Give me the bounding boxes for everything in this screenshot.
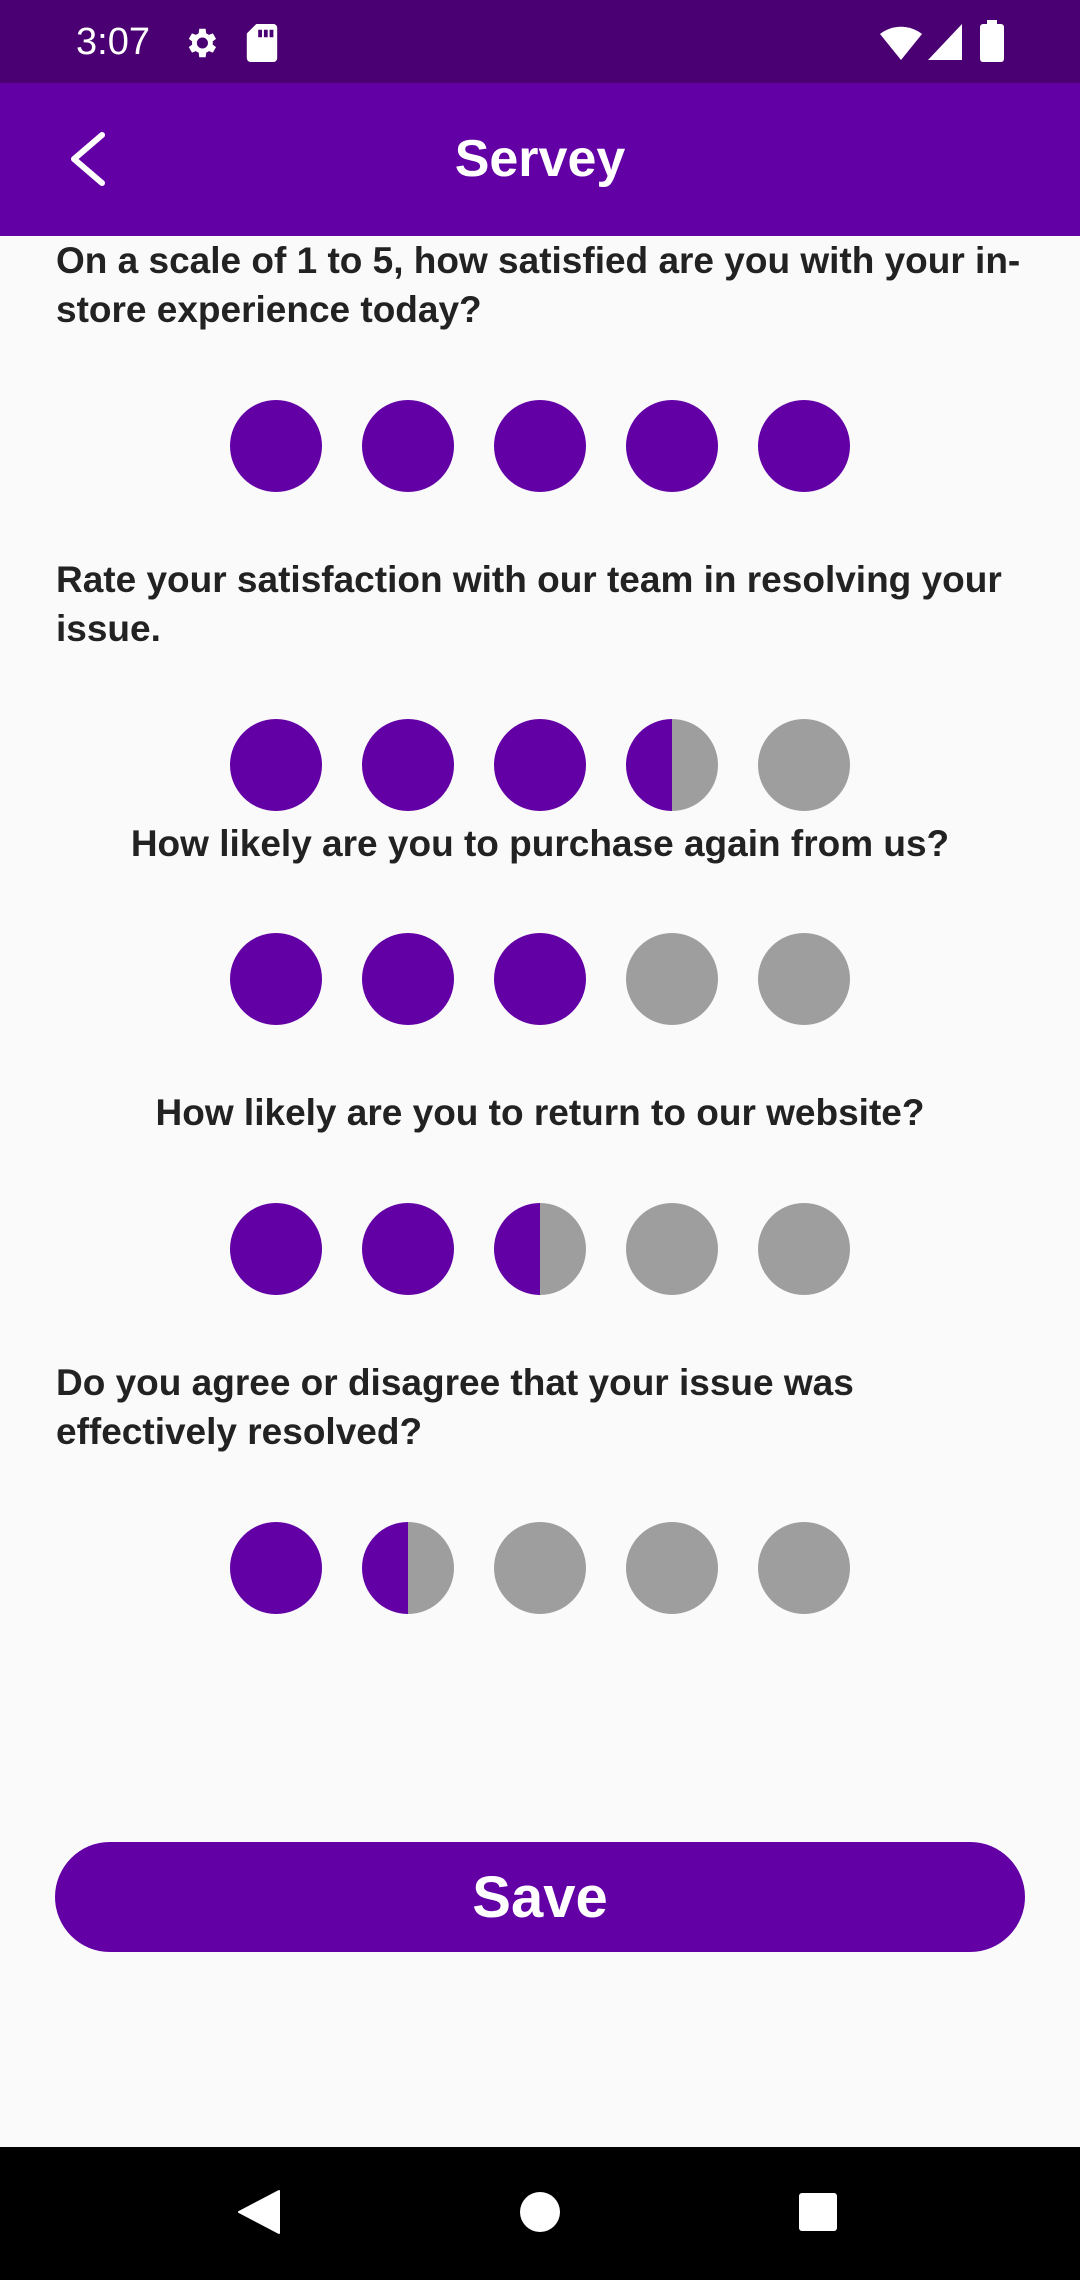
nav-home-button[interactable]: [495, 2169, 585, 2259]
rating-dot[interactable]: [626, 1522, 718, 1614]
question-1-text: On a scale of 1 to 5, how satisfied are …: [56, 240, 1021, 330]
sd-card-icon: [246, 24, 278, 67]
nav-back-button[interactable]: [214, 2169, 304, 2259]
question-2-text: Rate your satisfaction with our team in …: [56, 559, 1002, 649]
rating-dot[interactable]: [758, 1522, 850, 1614]
rating-dot[interactable]: [230, 400, 322, 492]
page-title: Servey: [454, 130, 626, 188]
status-time: 3:07: [76, 21, 150, 63]
recents-square-icon: [798, 2192, 838, 2237]
rating-dot[interactable]: [626, 1203, 718, 1295]
back-triangle-icon: [237, 2189, 281, 2240]
status-bar: 3:07: [0, 0, 1080, 83]
save-button[interactable]: Save: [55, 1842, 1025, 1952]
home-circle-icon: [519, 2191, 561, 2238]
rating-dot[interactable]: [230, 1203, 322, 1295]
rating-dot[interactable]: [362, 1203, 454, 1295]
app-bar: Servey: [0, 83, 1080, 236]
question-3-text: How likely are you to purchase again fro…: [130, 823, 950, 864]
rating-dot[interactable]: [758, 1203, 850, 1295]
question-5-text: Do you agree or disagree that your issue…: [56, 1362, 854, 1452]
rating-dot[interactable]: [626, 400, 718, 492]
rating-dot[interactable]: [626, 933, 718, 1025]
rating-dot[interactable]: [758, 719, 850, 811]
rating-dot[interactable]: [494, 1203, 586, 1295]
rating-dot[interactable]: [494, 400, 586, 492]
nav-recents-button[interactable]: [773, 2169, 863, 2259]
rating-dot[interactable]: [494, 933, 586, 1025]
rating-dot[interactable]: [758, 933, 850, 1025]
rating-2: [230, 719, 850, 811]
rating-3: [230, 933, 850, 1025]
rating-dot[interactable]: [362, 400, 454, 492]
rating-dot[interactable]: [494, 719, 586, 811]
cell-signal-icon: [928, 24, 962, 65]
settings-icon: [182, 24, 220, 67]
navigation-bar: [0, 2147, 1080, 2280]
rating-dot[interactable]: [362, 933, 454, 1025]
rating-dot[interactable]: [626, 719, 718, 811]
rating-dot[interactable]: [362, 1522, 454, 1614]
rating-dot[interactable]: [494, 1522, 586, 1614]
rating-dot[interactable]: [362, 719, 454, 811]
rating-dot[interactable]: [230, 719, 322, 811]
question-4-text: How likely are you to return to our webs…: [155, 1092, 925, 1133]
rating-dot[interactable]: [230, 933, 322, 1025]
rating-4: [230, 1203, 850, 1295]
rating-1: [230, 400, 850, 492]
wifi-icon: [880, 26, 922, 65]
rating-dot[interactable]: [230, 1522, 322, 1614]
battery-icon: [980, 20, 1004, 67]
rating-5: [230, 1522, 850, 1614]
rating-dot[interactable]: [758, 400, 850, 492]
